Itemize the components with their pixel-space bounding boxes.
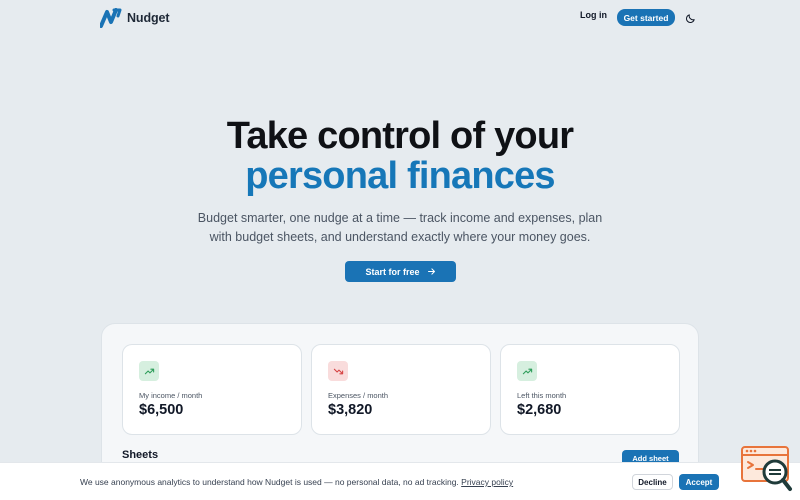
expenses-label: Expenses / month [328, 391, 389, 400]
hero-title-line-2: personal finances [245, 155, 555, 197]
site-header: Nudget Log in Get started [0, 0, 800, 36]
brand-name: Nudget [127, 11, 170, 25]
hero-title: Take control of your personal finances [0, 116, 800, 196]
sheets-title: Sheets [122, 449, 159, 461]
income-icon-badge [139, 361, 159, 381]
trending-down-icon [333, 368, 343, 374]
cookie-message-text: We use anonymous analytics to understand… [80, 477, 459, 487]
income-value: $6,500 [139, 402, 184, 418]
moon-icon [685, 13, 695, 23]
privacy-policy-link[interactable]: Privacy policy [461, 477, 513, 487]
left-icon-badge [517, 361, 537, 381]
income-label: My income / month [139, 391, 203, 400]
left-this-month-value: $2,680 [517, 402, 562, 418]
accept-button[interactable]: Accept [679, 474, 719, 490]
hero-title-line-1: Take control of your [226, 115, 574, 157]
feedback-search-icon [741, 446, 792, 491]
get-started-button[interactable]: Get started [617, 9, 675, 26]
login-link[interactable]: Log in [580, 10, 607, 20]
expenses-value: $3,820 [328, 402, 373, 418]
left-this-month-card: Left this month $2,680 [500, 344, 680, 435]
cookie-message: We use anonymous analytics to understand… [80, 477, 513, 487]
trending-up-icon [522, 368, 532, 374]
cookie-banner: We use anonymous analytics to understand… [0, 462, 800, 500]
start-for-free-label: Start for free [365, 266, 420, 277]
expenses-icon-badge [328, 361, 348, 381]
start-for-free-button[interactable]: Start for free [345, 261, 456, 282]
decline-button[interactable]: Decline [632, 474, 673, 490]
hero-subtitle: Budget smarter, one nudge at a time — tr… [197, 211, 603, 244]
brand-logo[interactable]: Nudget [100, 8, 170, 28]
expenses-card: Expenses / month $3,820 [311, 344, 491, 435]
feedback-widget-button[interactable] [740, 445, 794, 493]
left-this-month-label: Left this month [517, 391, 567, 400]
theme-toggle-button[interactable] [683, 11, 697, 25]
nudget-logo-icon [100, 8, 122, 28]
arrow-right-icon [427, 268, 435, 275]
income-card: My income / month $6,500 [122, 344, 302, 435]
trending-up-icon [144, 368, 154, 374]
